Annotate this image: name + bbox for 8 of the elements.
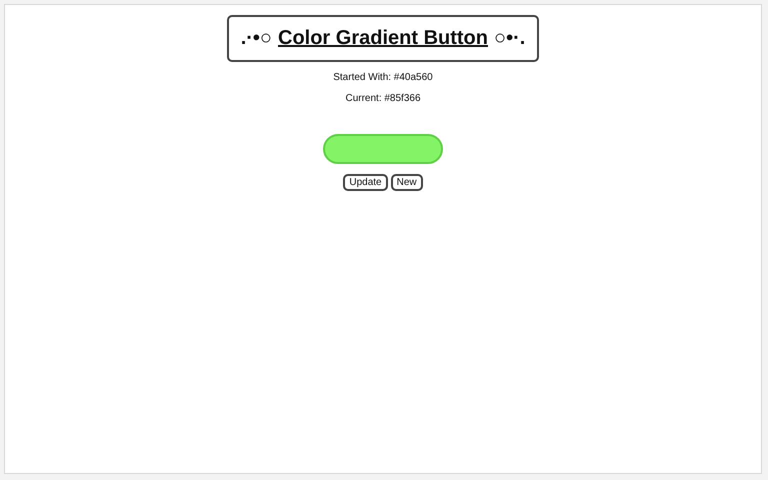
update-button[interactable]: Update	[343, 174, 388, 191]
page-title: Color Gradient Button	[278, 27, 488, 50]
gradient-button[interactable]	[323, 134, 443, 164]
current-color-text: Current: #85f366	[345, 93, 421, 104]
decoration-text: .·•○	[240, 27, 272, 50]
new-button[interactable]: New	[390, 174, 423, 191]
decoration-text: ○•·.	[494, 27, 526, 50]
started-with-text: Started With: #40a560	[333, 72, 433, 83]
